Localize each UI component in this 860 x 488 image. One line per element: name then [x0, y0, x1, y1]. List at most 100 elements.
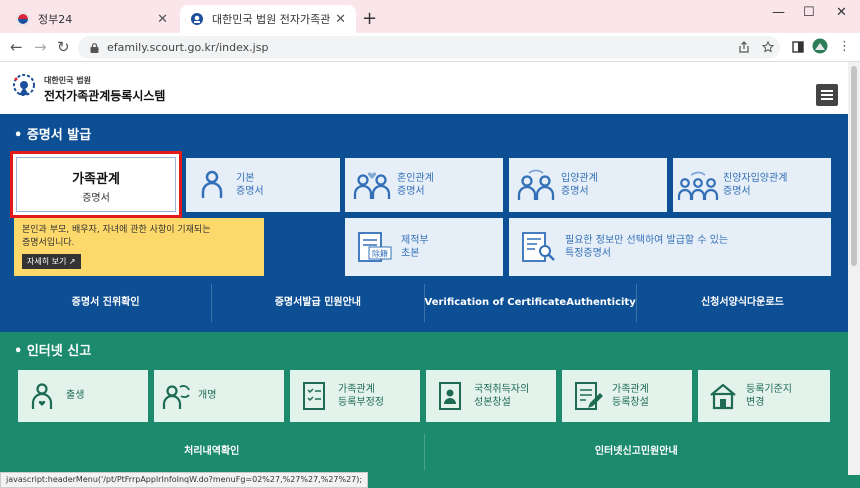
minimize-button[interactable]: — — [772, 5, 785, 20]
card-line2: 증명서 — [723, 186, 751, 197]
card-title: 가족관계 — [72, 172, 120, 187]
couple-heart-icon — [353, 172, 391, 199]
internet-report-links: 처리내역확인 인터넷신고민원안내 — [0, 434, 848, 470]
card-line1: 가족관계 — [338, 383, 375, 395]
card-subtitle: 증명서 — [82, 193, 110, 204]
certificate-verify-link[interactable]: 증명서 진위확인 — [0, 284, 213, 322]
baby-icon — [31, 383, 53, 409]
name-change-card[interactable]: 개명 — [154, 370, 284, 422]
card-line2: 변경 — [746, 397, 765, 408]
url-text: efamily.scourt.go.kr/index.jsp — [107, 41, 269, 54]
full-adoption-certificate-card[interactable]: 친양자입양관계증명서 — [673, 158, 831, 212]
register-creation-card[interactable]: 가족관계등록창설 — [562, 370, 692, 422]
more-details-button[interactable]: 자세히 보기 ↗ — [22, 254, 81, 270]
card-line2: 성본창설 — [474, 397, 511, 408]
card-line2: 초본 — [401, 248, 420, 259]
family-adoption-icon — [677, 171, 719, 200]
tab-close-icon[interactable]: ✕ — [157, 12, 168, 27]
card-line1: 개명 — [198, 390, 217, 402]
tab-close-icon[interactable]: ✕ — [335, 12, 346, 27]
birth-report-card[interactable]: 출생 — [18, 370, 148, 422]
card-line1: 가족관계 — [612, 383, 649, 395]
adoption-certificate-card[interactable]: 입양관계증명서 — [509, 158, 667, 212]
adoption-icon — [517, 169, 555, 200]
issuance-guide-link[interactable]: 증명서발급 민원안내 — [212, 284, 425, 322]
specific-certificate-card[interactable]: 필요한 정보만 선택하여 발급할 수 있는특정증명서 — [509, 218, 831, 276]
card-line1: 제적부 — [401, 234, 429, 246]
court-emblem-icon — [191, 13, 203, 25]
verification-english-link[interactable]: Verification of CertificateAuthenticity — [425, 284, 637, 322]
address-bar: ← → ↻ efamily.scourt.go.kr/index.jsp ⋮ — [0, 33, 860, 62]
person-icon — [201, 170, 223, 198]
card-line1: 입양관계 — [561, 172, 598, 184]
description-line2: 증명서입니다. — [22, 237, 75, 248]
card-line2: 특정증명서 — [565, 248, 611, 259]
card-line1: 기본 — [236, 172, 255, 184]
card-line1: 국적취득자의 — [474, 383, 530, 395]
menu-dots-icon[interactable]: ⋮ — [838, 39, 851, 54]
card-line2: 등록창설 — [612, 397, 649, 408]
tab-efamily[interactable]: 대한민국 법원 전자가족관계등록 ✕ — [180, 5, 356, 33]
korea-flag-icon — [16, 12, 30, 26]
logo-subtitle: 대한민국 법원 — [44, 76, 91, 85]
document-search-icon — [522, 232, 555, 262]
card-line2: 증명서 — [397, 186, 425, 197]
processing-history-link[interactable]: 처리내역확인 — [0, 434, 425, 470]
id-document-icon — [439, 382, 461, 410]
side-panel-icon[interactable] — [792, 41, 804, 53]
profile-avatar-icon[interactable] — [812, 38, 828, 54]
section-title: • 증명서 발급 — [14, 128, 92, 143]
document-pen-icon — [575, 382, 603, 410]
browser-status-bar: javascript:headerMenu('/pt/PtFrrpApplrIn… — [0, 472, 369, 488]
lock-icon — [90, 42, 99, 53]
checklist-icon — [303, 382, 325, 410]
internet-report-section: • 인터넷 신고 출생 개명 가족관계등록부정정 국적취득자의성본창설 가족관계… — [0, 332, 848, 475]
seal-text: 除籍 — [372, 249, 388, 259]
bookmark-star-icon[interactable] — [762, 41, 774, 53]
document-seal-icon: 除籍 — [358, 232, 392, 262]
name-change-icon — [162, 385, 190, 409]
house-icon — [710, 383, 736, 410]
logo-title[interactable]: 전자가족관계등록시스템 — [44, 87, 165, 104]
court-logo-icon[interactable] — [10, 71, 38, 103]
card-line1: 필요한 정보만 선택하여 발급할 수 있는 — [565, 234, 729, 246]
tab-gov24[interactable]: 정부24 ✕ — [6, 5, 178, 33]
new-tab-button[interactable]: + — [362, 8, 377, 29]
forward-button[interactable]: → — [34, 38, 47, 56]
reload-button[interactable]: ↻ — [57, 38, 70, 56]
card-line2: 증명서 — [236, 186, 264, 197]
form-download-link[interactable]: 신청서양식다운로드 — [637, 284, 848, 322]
description-line1: 본인과 부모, 배우자, 자녀에 관한 사항이 기재되는 — [22, 225, 211, 235]
certificate-section: • 증명서 발급 가족관계 증명서 기본증명서 혼인관계증명서 입양관계증명서 … — [0, 114, 848, 342]
url-field[interactable]: efamily.scourt.go.kr/index.jsp — [78, 36, 780, 59]
maximize-button[interactable]: ☐ — [803, 5, 815, 20]
close-window-button[interactable]: ✕ — [836, 5, 847, 20]
card-line2: 등록부정정 — [338, 397, 384, 408]
marriage-certificate-card[interactable]: 혼인관계증명서 — [345, 158, 503, 212]
basic-certificate-card[interactable]: 기본증명서 — [186, 158, 340, 212]
registration-base-change-card[interactable]: 등록기준지변경 — [698, 370, 830, 422]
scrollbar-thumb[interactable] — [851, 66, 857, 266]
back-button[interactable]: ← — [10, 38, 23, 56]
hamburger-menu-button[interactable] — [816, 84, 838, 106]
card-line2: 증명서 — [561, 186, 589, 197]
tab-title: 정부24 — [38, 13, 73, 26]
page-scrollbar[interactable] — [848, 62, 860, 475]
browser-tab-bar: 정부24 ✕ 대한민국 법원 전자가족관계등록 ✕ + — ☐ ✕ — [0, 0, 860, 33]
family-relation-certificate-card[interactable]: 가족관계 증명서 — [10, 151, 182, 218]
certificate-description-box: 본인과 부모, 배우자, 자녀에 관한 사항이 기재되는 증명서입니다. 자세히… — [14, 218, 264, 276]
card-line1: 등록기준지 — [746, 383, 792, 395]
site-header: 대한민국 법원 전자가족관계등록시스템 — [0, 62, 848, 114]
page-content: 대한민국 법원 전자가족관계등록시스템 • 증명서 발급 가족관계 증명서 기본… — [0, 62, 848, 475]
removed-register-card[interactable]: 除籍 제적부초본 — [345, 218, 503, 276]
card-line1: 출생 — [66, 390, 85, 402]
card-line1: 친양자입양관계 — [723, 172, 788, 184]
report-guide-link[interactable]: 인터넷신고민원안내 — [425, 434, 849, 470]
card-line1: 혼인관계 — [397, 172, 434, 184]
tab-title: 대한민국 법원 전자가족관계등록 — [212, 13, 331, 26]
naturalized-surname-card[interactable]: 국적취득자의성본창설 — [426, 370, 556, 422]
register-correction-card[interactable]: 가족관계등록부정정 — [290, 370, 420, 422]
share-icon[interactable] — [738, 41, 750, 53]
certificate-links: 증명서 진위확인 증명서발급 민원안내 Verification of Cert… — [0, 284, 848, 322]
section-title: • 인터넷 신고 — [14, 344, 92, 359]
